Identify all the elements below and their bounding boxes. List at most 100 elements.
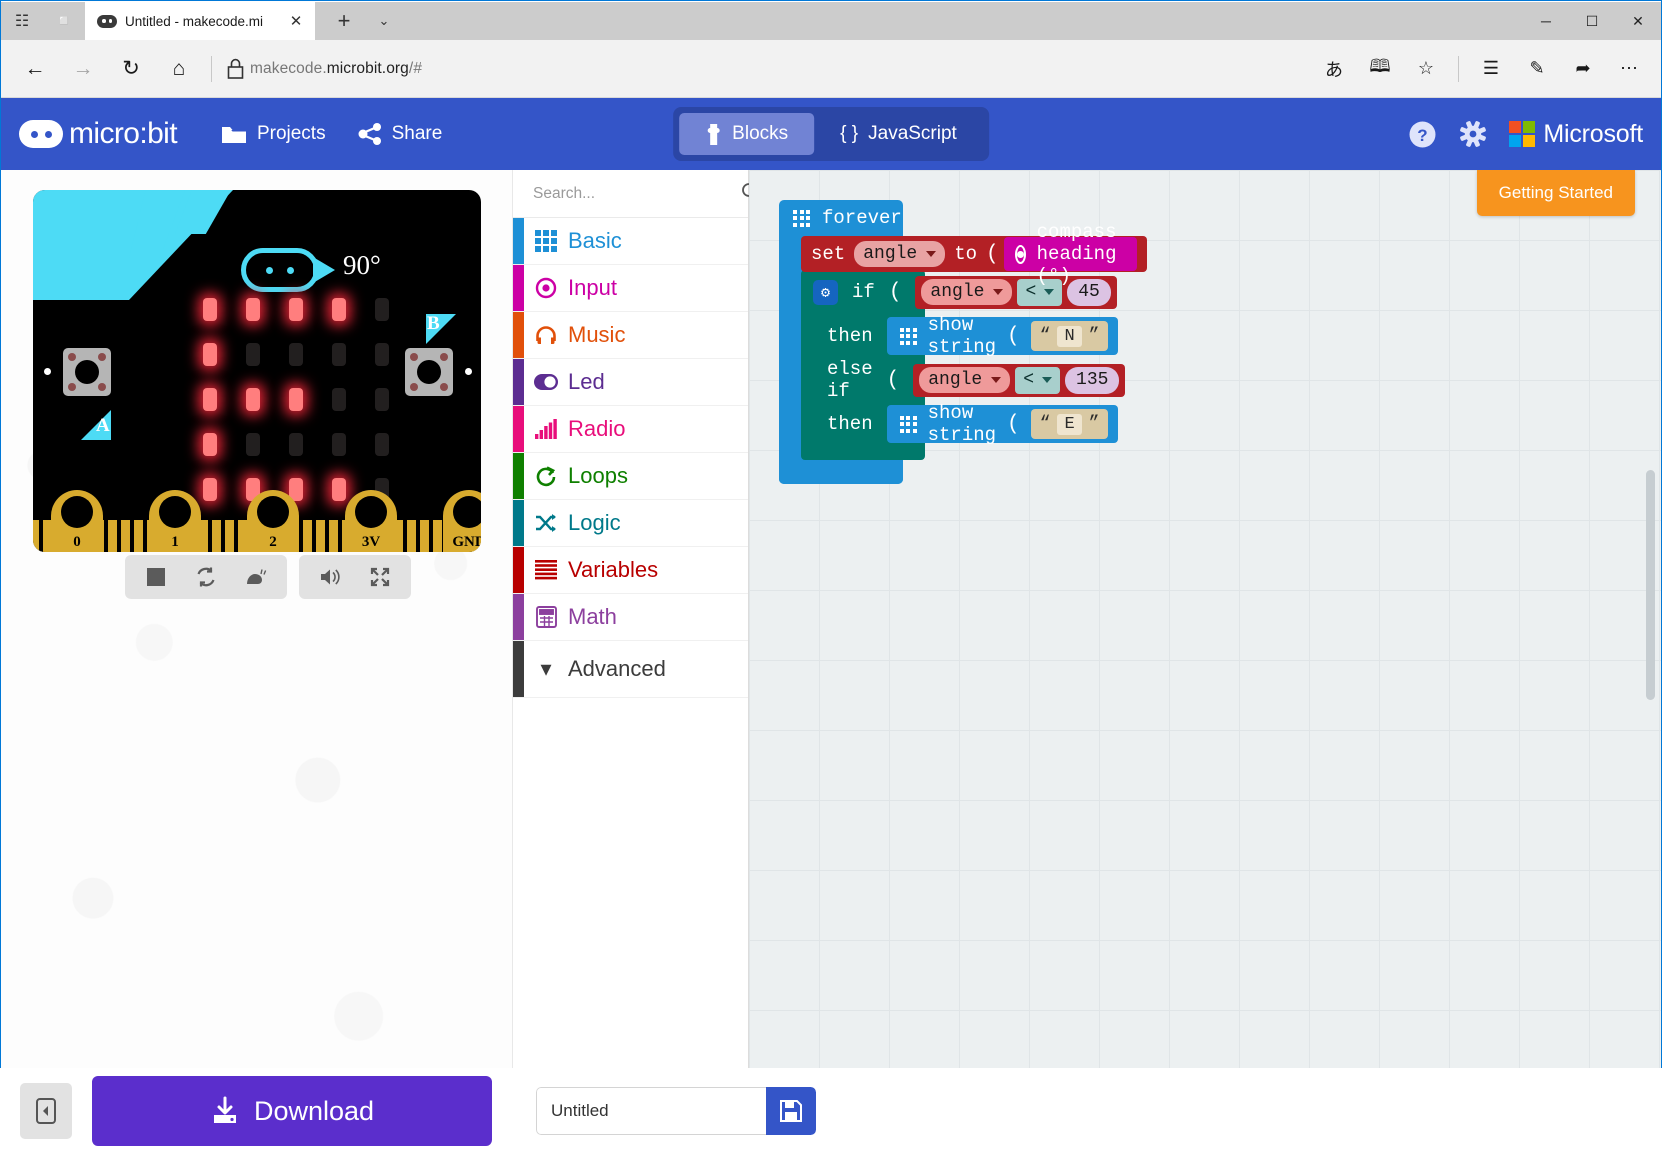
microbit-favicon [97, 14, 117, 28]
string-value-1[interactable]: N [1057, 325, 1082, 347]
microsoft-logo[interactable]: Microsoft [1509, 120, 1643, 149]
tab-preview-button[interactable]: ☷ [1, 2, 43, 40]
search-input[interactable] [533, 184, 733, 203]
calculator-icon [524, 606, 568, 628]
toolbox-category-led[interactable]: Led [513, 359, 748, 406]
button-a[interactable] [63, 348, 111, 396]
toolbox-category-logic[interactable]: Logic [513, 500, 748, 547]
tab-blocks[interactable]: Blocks [679, 113, 815, 155]
workspace-vertical-scrollbar[interactable] [1646, 470, 1655, 700]
microbit-logo[interactable]: micro:bit [19, 117, 178, 151]
slow-motion-snail-button[interactable] [231, 555, 281, 599]
variable-dropdown-angle-2[interactable]: angle [919, 367, 1011, 393]
chevron-down-icon[interactable]: ⌄ [365, 4, 403, 38]
string-field-1[interactable]: “ N ” [1030, 321, 1109, 351]
hub-icon[interactable]: ☰ [1469, 47, 1513, 91]
new-tab-button[interactable]: + [325, 4, 363, 38]
category-color-bar [513, 359, 524, 405]
projects-menu-button[interactable]: Projects [205, 98, 342, 170]
block-show-string-2[interactable]: show string ( “ E ” [886, 402, 1119, 446]
toolbox-category-advanced[interactable]: ▾ Advanced [513, 641, 748, 698]
to-keyword: to [954, 243, 978, 265]
toolbox-category-input[interactable]: Input [513, 265, 748, 312]
pin-2[interactable]: 2 [247, 490, 299, 552]
variable-dropdown-angle-1[interactable]: angle [921, 279, 1013, 305]
block-set-variable[interactable]: set angle to ( compass heading (°) [801, 221, 1148, 287]
share-menu-button[interactable]: Share [342, 98, 459, 170]
block-show-string-1[interactable]: show string ( “ N ” [886, 314, 1119, 358]
restart-button[interactable] [181, 555, 231, 599]
led-0-3 [332, 298, 346, 321]
category-color-bar [513, 547, 524, 593]
led-1-4 [375, 343, 389, 366]
led-cell [196, 294, 225, 325]
operator-symbol: < [1023, 370, 1035, 390]
project-name-input[interactable] [536, 1087, 766, 1135]
settings-more-icon[interactable]: ⋯ [1607, 47, 1651, 91]
button-b[interactable] [405, 348, 453, 396]
comparison-block-2[interactable]: angle < 135 [913, 363, 1126, 397]
forward-arrow-icon[interactable]: → [59, 47, 107, 91]
pin-GND[interactable]: GND [443, 490, 481, 552]
reading-view-icon[interactable]: 🕮 [1358, 47, 1402, 91]
block-compass-heading[interactable]: compass heading (°) [1003, 221, 1138, 287]
toolbox-category-basic[interactable]: Basic [513, 218, 748, 265]
string-value-2[interactable]: E [1057, 413, 1082, 435]
share-icon[interactable]: ➦ [1561, 47, 1605, 91]
toolbox-search[interactable] [513, 170, 760, 218]
getting-started-button[interactable]: Getting Started [1476, 170, 1635, 216]
led-cell [239, 339, 268, 370]
toolbox: Basic Input Music Led Radio Loops Logic Variabl… [513, 170, 760, 1154]
minimize-button[interactable]: ─ [1523, 2, 1569, 40]
microbit-board[interactable]: 90° A B 0 1 2 3V GND [33, 190, 481, 552]
toolbox-category-advanced-label: Advanced [568, 656, 666, 681]
led-1-0 [203, 343, 217, 366]
browser-tab[interactable]: Untitled - makecode.mi ✕ [85, 2, 315, 40]
pin-1[interactable]: 1 [149, 490, 201, 552]
gear-icon[interactable] [1459, 120, 1487, 148]
pin-0[interactable]: 0 [51, 490, 103, 552]
pin-3V[interactable]: 3V [345, 490, 397, 552]
back-arrow-icon[interactable]: ← [11, 47, 59, 91]
led-matrix[interactable] [196, 294, 397, 505]
toolbox-category-variables[interactable]: Variables [513, 547, 748, 594]
lock-icon [220, 58, 250, 80]
edge-connector-pins: 0 1 2 3V GND [33, 490, 481, 552]
close-icon[interactable]: ✕ [285, 12, 307, 30]
collapse-simulator-button[interactable] [20, 1083, 72, 1139]
mute-button[interactable] [305, 555, 355, 599]
then-row-2: then show string ( “ E ” [801, 402, 1119, 446]
toolbox-category-radio[interactable]: Radio [513, 406, 748, 453]
toolbox-category-loops[interactable]: Loops [513, 453, 748, 500]
download-button[interactable]: Download [92, 1076, 492, 1146]
variable-dropdown-angle[interactable]: angle [854, 241, 946, 267]
led-cell [325, 384, 354, 415]
toolbox-category-music[interactable]: Music [513, 312, 748, 359]
string-field-2[interactable]: “ E ” [1030, 409, 1109, 439]
save-project-button[interactable] [766, 1087, 816, 1135]
block-if-else[interactable]: ⚙ if ( angle < 45 then show string (“ N… [801, 270, 1126, 460]
led-3-1 [246, 433, 260, 456]
number-field-2[interactable]: 135 [1065, 366, 1120, 394]
maximize-button[interactable]: ☐ [1569, 2, 1615, 40]
address-bar[interactable]: makecode.microbit.org/# [250, 60, 422, 78]
web-notes-icon[interactable]: ✎ [1515, 47, 1559, 91]
block-forever[interactable]: forever set angle to ( compass heading (… [779, 200, 1148, 484]
fullscreen-button[interactable] [355, 555, 405, 599]
translate-icon[interactable]: あ [1312, 47, 1356, 91]
home-icon[interactable]: ⌂ [155, 47, 203, 91]
tab-javascript[interactable]: { } JavaScript [814, 113, 983, 155]
stop-button[interactable] [131, 555, 181, 599]
favorites-star-icon[interactable]: ☆ [1404, 47, 1448, 91]
toolbox-category-math[interactable]: Math [513, 594, 748, 641]
blocks-workspace[interactable]: Getting Started forever set angle to (c… [749, 170, 1661, 1154]
led-cell [325, 429, 354, 460]
set-aside-tabs-button[interactable]: ◽ [43, 2, 85, 40]
gear-icon[interactable]: ⚙ [813, 279, 838, 305]
refresh-icon[interactable]: ↻ [107, 47, 155, 91]
led-0-1 [246, 298, 260, 321]
operator-dropdown-2[interactable]: < [1015, 366, 1061, 394]
url-path: /# [408, 59, 423, 77]
close-window-button[interactable]: ✕ [1615, 2, 1661, 40]
question-circle-icon[interactable]: ? [1408, 120, 1437, 149]
